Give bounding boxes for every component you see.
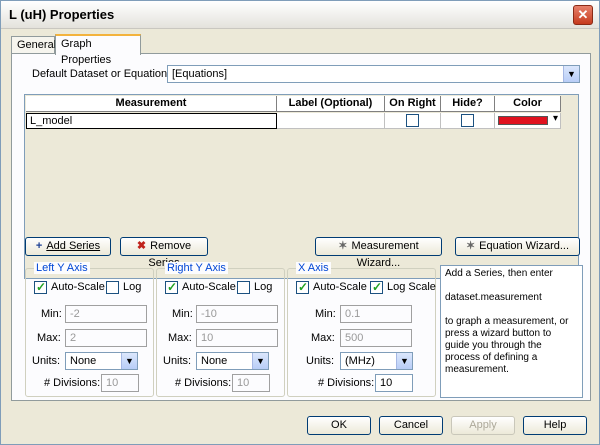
x-axis-title: X Axis [296, 262, 331, 274]
tab-general[interactable]: General [11, 36, 56, 54]
left-y-max-label: Max: [37, 332, 61, 344]
chevron-down-icon[interactable]: ▼ [563, 66, 579, 82]
x-max-field[interactable]: 500 [340, 329, 412, 347]
x-divisions-field[interactable]: 10 [375, 374, 413, 392]
right-y-log-label: Log [254, 281, 273, 293]
measurement-wizard-button[interactable]: ✶ Measurement Wizard... [315, 237, 442, 269]
wand-icon: ✶ [465, 240, 476, 252]
equation-wizard-button[interactable]: ✶ Equation Wizard... [455, 237, 580, 256]
close-button[interactable]: ✕ [573, 5, 593, 25]
x-units-select[interactable]: (MHz) ▼ [340, 352, 413, 370]
right-y-axis-group: Right Y Axis Auto-Scale Log Min: -10 Max… [156, 262, 285, 397]
column-header-measurement[interactable]: Measurement [26, 96, 277, 112]
x-autoscale-label: Auto-Scale [313, 281, 367, 293]
default-dataset-label: Default Dataset or Equations: [32, 68, 176, 80]
x-min-field[interactable]: 0.1 [340, 305, 412, 323]
default-dataset-value: [Equations] [172, 68, 228, 80]
x-log-scale-label: Log Scale [387, 281, 436, 293]
left-y-log-label: Log [123, 281, 142, 293]
cancel-button[interactable]: Cancel [379, 416, 443, 435]
right-y-max-field[interactable]: 10 [196, 329, 278, 347]
right-y-divisions-label: # Divisions: [175, 377, 232, 389]
window-title: L (uH) Properties [9, 7, 115, 22]
left-y-autoscale-label: Auto-Scale [51, 281, 105, 293]
right-y-min-field[interactable]: -10 [196, 305, 278, 323]
left-y-divisions-label: # Divisions: [44, 377, 101, 389]
left-y-min-label: Min: [41, 308, 62, 320]
series-label-cell[interactable] [277, 113, 385, 129]
left-y-min-field[interactable]: -2 [65, 305, 147, 323]
chevron-down-icon[interactable]: ▼ [396, 353, 412, 369]
x-autoscale-checkbox[interactable] [296, 280, 309, 294]
left-y-log-checkbox[interactable] [106, 281, 119, 294]
tab-graph-properties[interactable]: Graph Properties [55, 34, 141, 66]
left-y-axis-group: Left Y Axis Auto-Scale Log Min: -2 Max: … [25, 262, 154, 397]
column-header-on-right[interactable]: On Right [385, 96, 441, 112]
on-right-checkbox[interactable] [406, 114, 419, 127]
right-y-min-label: Min: [172, 308, 193, 320]
remove-series-button[interactable]: ✖ Remove Series [120, 237, 208, 269]
right-y-units-value: None [201, 355, 228, 367]
x-log-scale-checkbox[interactable] [370, 280, 383, 294]
help-line-2: dataset.measurement [445, 292, 542, 303]
x-min-label: Min: [315, 308, 336, 320]
add-series-button[interactable]: + Add Series [25, 237, 111, 256]
x-divisions-label: # Divisions: [318, 377, 375, 389]
left-y-max-field[interactable]: 2 [65, 329, 147, 347]
help-text-panel: Add a Series, then enter dataset.measure… [440, 265, 583, 398]
column-header-color[interactable]: Color [495, 96, 561, 112]
chevron-down-icon[interactable]: ▼ [121, 353, 137, 369]
plus-icon: + [35, 240, 43, 252]
color-dropdown-icon[interactable]: ▾ [553, 113, 558, 124]
left-y-units-value: None [70, 355, 97, 367]
ok-button[interactable]: OK [307, 416, 371, 435]
right-y-divisions-field[interactable]: 10 [232, 374, 270, 392]
help-line-1: Add a Series, then enter [445, 268, 553, 279]
series-on-right-cell [385, 113, 441, 129]
graph-properties-panel: Default Dataset or Equations: [Equations… [11, 53, 591, 401]
apply-button[interactable]: Apply [451, 416, 515, 435]
right-y-units-label: Units: [163, 355, 192, 367]
left-y-divisions-field[interactable]: 10 [101, 374, 139, 392]
series-hide-cell [441, 113, 495, 129]
x-axis-group: X Axis Auto-Scale Log Scale Min: 0.1 Max… [287, 262, 436, 397]
equation-wizard-label: Equation Wizard... [479, 240, 570, 252]
left-y-axis-title: Left Y Axis [34, 262, 90, 274]
right-y-max-label: Max: [168, 332, 192, 344]
right-y-autoscale-checkbox[interactable] [165, 280, 178, 294]
x-max-label: Max: [311, 332, 335, 344]
left-y-units-select[interactable]: None ▼ [65, 352, 138, 370]
right-y-autoscale-label: Auto-Scale [182, 281, 236, 293]
series-color-cell[interactable]: ▾ [495, 113, 561, 129]
help-button[interactable]: Help [523, 416, 587, 435]
remove-x-icon: ✖ [136, 240, 147, 252]
right-y-log-checkbox[interactable] [237, 281, 250, 294]
properties-dialog: L (uH) Properties ✕ General Graph Proper… [0, 0, 600, 445]
chevron-down-icon[interactable]: ▼ [252, 353, 268, 369]
column-header-label[interactable]: Label (Optional) [277, 96, 385, 112]
right-y-axis-title: Right Y Axis [165, 262, 228, 274]
default-dataset-select[interactable]: [Equations] ▼ [167, 65, 580, 83]
x-units-value: (MHz) [345, 355, 375, 367]
x-units-label: Units: [306, 355, 335, 367]
color-swatch [498, 116, 548, 125]
column-header-hide[interactable]: Hide? [441, 96, 495, 112]
left-y-autoscale-checkbox[interactable] [34, 280, 47, 294]
wand-icon: ✶ [338, 240, 348, 252]
help-line-3: to graph a measurement, or press a wizar… [445, 316, 569, 375]
title-bar: L (uH) Properties ✕ [1, 1, 599, 29]
add-series-label: Add Series [46, 240, 101, 252]
right-y-units-select[interactable]: None ▼ [196, 352, 269, 370]
series-measurement-cell[interactable]: L_model [26, 113, 277, 129]
hide-checkbox[interactable] [461, 114, 474, 127]
left-y-units-label: Units: [32, 355, 61, 367]
